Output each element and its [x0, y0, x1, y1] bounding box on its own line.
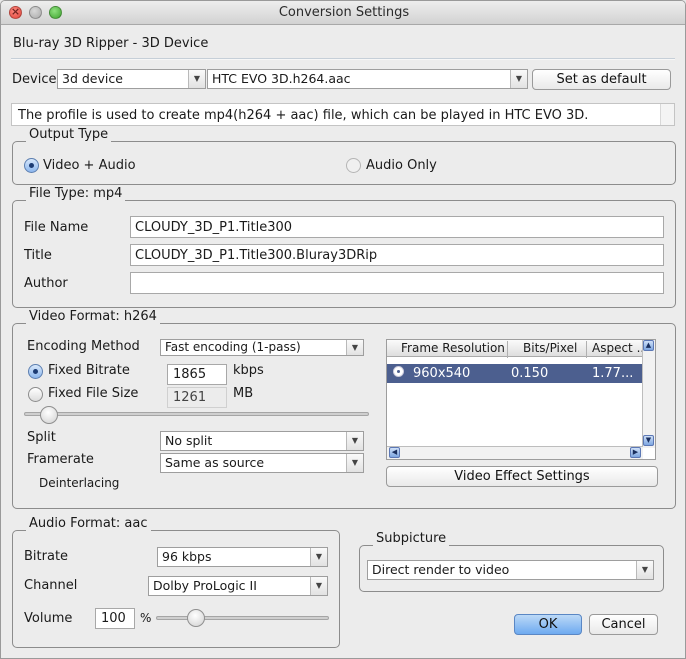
device-profile-value: HTC EVO 3D.h264.aac — [212, 71, 351, 86]
description-scrollbar[interactable] — [660, 104, 674, 125]
chevron-down-icon: ▼ — [346, 432, 363, 450]
table-row[interactable]: 960x540 0.150 1.77... — [387, 364, 643, 383]
output-type-title: Output Type — [26, 127, 112, 142]
device-category-value: 3d device — [62, 71, 123, 86]
header-divider — [11, 58, 675, 60]
scroll-left-icon[interactable]: ◀ — [389, 447, 400, 458]
title-input[interactable]: CLOUDY_3D_P1.Title300.Bluray3DRip — [130, 244, 664, 266]
row-resolution: 960x540 — [413, 366, 471, 381]
window-title: Conversion Settings — [278, 5, 410, 20]
file-type-title: File Type: mp4 — [26, 186, 126, 201]
chevron-down-icon: ▼ — [636, 561, 653, 579]
column-divider — [586, 341, 587, 358]
set-as-default-button[interactable]: Set as default — [532, 69, 671, 90]
encoding-method-select[interactable]: Fast encoding (1-pass) ▼ — [160, 339, 364, 356]
row-selected-radio[interactable] — [393, 366, 404, 377]
file-name-label: File Name — [24, 220, 89, 235]
fixed-file-size-label: Fixed File Size — [48, 386, 139, 401]
column-divider — [507, 341, 508, 358]
video-format-title: Video Format: h264 — [26, 309, 160, 324]
audio-format-title: Audio Format: aac — [26, 516, 151, 531]
volume-input[interactable]: 100 — [95, 608, 135, 629]
fixed-file-size-radio[interactable] — [28, 387, 43, 402]
volume-label: Volume — [24, 611, 73, 626]
chevron-down-icon: ▼ — [310, 577, 327, 595]
fixed-bitrate-input[interactable]: 1865 — [167, 364, 227, 385]
cancel-button[interactable]: Cancel — [589, 614, 658, 635]
fixed-bitrate-label: Fixed Bitrate — [48, 363, 130, 378]
encoding-method-label: Encoding Method — [27, 339, 140, 354]
split-select[interactable]: No split ▼ — [160, 431, 364, 451]
audio-bitrate-label: Bitrate — [24, 549, 69, 564]
video-effect-settings-button[interactable]: Video Effect Settings — [386, 466, 658, 487]
file-name-input[interactable]: CLOUDY_3D_P1.Title300 — [130, 216, 664, 238]
channel-value: Dolby ProLogic II — [153, 578, 257, 593]
bitrate-slider-knob[interactable] — [40, 406, 58, 424]
conversion-settings-window: × Conversion Settings Blu-ray 3D Ripper … — [0, 0, 686, 659]
channel-select[interactable]: Dolby ProLogic II ▼ — [148, 576, 328, 596]
table-vertical-scrollbar[interactable]: ▲ ▼ — [642, 340, 655, 448]
audio-only-label: Audio Only — [366, 158, 437, 173]
volume-unit: % — [140, 611, 152, 625]
framerate-label: Framerate — [27, 452, 94, 467]
encoding-method-value: Fast encoding (1-pass) — [165, 340, 301, 354]
table-horizontal-scrollbar[interactable]: ◀ ▶ — [387, 446, 643, 459]
title-bar: × Conversion Settings — [1, 1, 685, 25]
author-input[interactable] — [130, 272, 664, 294]
framerate-value: Same as source — [165, 455, 265, 470]
row-aspect: 1.77... — [592, 366, 634, 381]
fixed-bitrate-radio[interactable] — [28, 364, 43, 379]
title-label: Title — [24, 248, 52, 263]
header-label: Blu-ray 3D Ripper - 3D Device — [13, 36, 209, 51]
file-size-unit: MB — [233, 386, 254, 401]
scroll-right-icon[interactable]: ▶ — [630, 447, 641, 458]
audio-bitrate-value: 96 kbps — [162, 549, 212, 564]
frame-resolution-table: Frame Resolution Bits/Pixel Aspect ... 9… — [386, 339, 656, 460]
table-header: Frame Resolution Bits/Pixel Aspect ... — [387, 340, 648, 358]
ok-button[interactable]: OK — [514, 614, 582, 635]
profile-description-text: The profile is used to create mp4(h264 +… — [18, 108, 589, 123]
device-label: Device — [12, 72, 57, 87]
chevron-down-icon: ▼ — [346, 454, 363, 472]
audio-bitrate-select[interactable]: 96 kbps ▼ — [157, 547, 328, 567]
subpicture-title: Subpicture — [373, 531, 450, 546]
video-audio-label: Video + Audio — [43, 158, 136, 173]
scroll-down-icon[interactable]: ▼ — [643, 435, 654, 446]
column-frame-resolution[interactable]: Frame Resolution — [401, 341, 505, 355]
audio-only-radio[interactable] — [346, 158, 361, 173]
volume-slider-track[interactable] — [156, 616, 329, 620]
profile-description: The profile is used to create mp4(h264 +… — [11, 103, 675, 126]
volume-slider-knob[interactable] — [187, 609, 205, 627]
chevron-down-icon: ▼ — [310, 548, 327, 566]
column-bits-pixel[interactable]: Bits/Pixel — [523, 341, 577, 355]
deinterlacing-label: Deinterlacing — [39, 476, 120, 490]
chevron-down-icon: ▼ — [510, 70, 527, 88]
row-bits-pixel: 0.150 — [511, 366, 549, 381]
subpicture-value: Direct render to video — [372, 562, 510, 577]
bitrate-slider-track[interactable] — [24, 412, 369, 416]
split-label: Split — [27, 430, 56, 445]
video-audio-radio[interactable] — [24, 158, 39, 173]
column-aspect[interactable]: Aspect ... — [592, 341, 648, 355]
scroll-up-icon[interactable]: ▲ — [643, 340, 654, 351]
device-category-select[interactable]: 3d device ▼ — [57, 69, 206, 89]
author-label: Author — [24, 276, 68, 291]
chevron-down-icon: ▼ — [188, 70, 205, 88]
fixed-file-size-input[interactable]: 1261 — [167, 387, 227, 408]
subpicture-select[interactable]: Direct render to video ▼ — [367, 560, 654, 580]
channel-label: Channel — [24, 578, 78, 593]
bitrate-unit: kbps — [233, 363, 264, 378]
chevron-down-icon: ▼ — [346, 340, 363, 355]
split-value: No split — [165, 433, 213, 448]
framerate-select[interactable]: Same as source ▼ — [160, 453, 364, 473]
device-profile-select[interactable]: HTC EVO 3D.h264.aac ▼ — [207, 69, 528, 89]
